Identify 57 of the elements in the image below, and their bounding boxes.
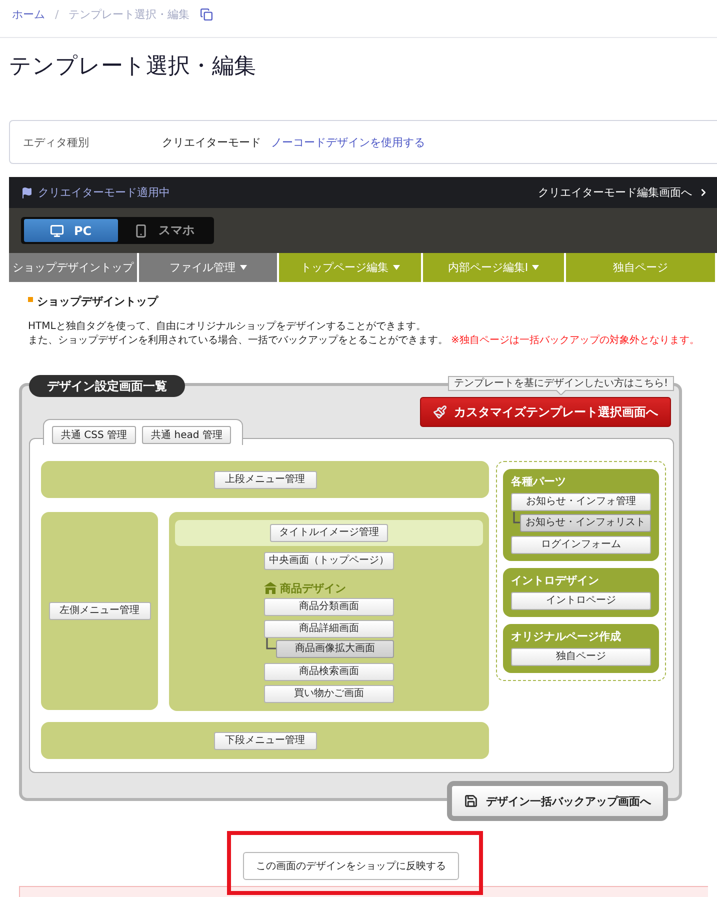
menu-tab[interactable]: ファイル管理 — [139, 253, 279, 282]
save-icon — [464, 794, 478, 808]
page-title: テンプレート選択・編集 — [9, 53, 256, 81]
square-bullet-icon — [28, 297, 33, 302]
field-value: クリエイターモード — [162, 134, 261, 150]
breadcrumb-separator: / — [55, 8, 59, 21]
design-button[interactable]: ログインフォーム — [511, 536, 651, 554]
design-button[interactable]: 左側メニュー管理 — [48, 602, 150, 620]
product-heading: 商品デザイン — [280, 580, 346, 596]
tree-connector — [264, 638, 276, 650]
description-text: HTMLと独自タグを使って、自由にオリジナルショップをデザインすることができます。 — [28, 320, 426, 334]
section-title: 各種パーツ — [511, 474, 566, 490]
common-settings-button[interactable]: 共通 CSS 管理 — [52, 426, 136, 444]
design-button[interactable]: タイトルイメージ管理 — [270, 524, 388, 542]
design-button[interactable]: 商品分類画面 — [264, 598, 394, 616]
house-icon — [264, 582, 277, 594]
design-button[interactable]: 下段メニュー管理 — [214, 732, 316, 750]
paintbrush-icon — [433, 405, 447, 419]
section-heading: ショップデザイントップ — [37, 294, 158, 308]
warning-text: ※独自ページは一括バックアップの対象外となります。 — [451, 335, 700, 346]
copy-icon[interactable] — [200, 8, 213, 21]
template-select-button[interactable]: カスタマイズテンプレート選択画面へ — [420, 397, 671, 427]
design-button[interactable]: 買い物かご画面 — [264, 685, 394, 703]
sub-design-button[interactable]: 商品画像拡大画面 — [276, 640, 394, 658]
design-button[interactable]: 商品検索画面 — [264, 663, 394, 681]
tree-connector — [511, 512, 520, 524]
mode-status: クリエイターモード適用中 — [38, 185, 170, 200]
caret-icon — [240, 265, 246, 270]
section-title: オリジナルページ作成 — [511, 629, 621, 645]
nocode-link[interactable]: ノーコードデザインを使用する — [271, 134, 425, 150]
menu-tab[interactable]: ショップデザイントップ — [9, 253, 139, 282]
sub-design-button[interactable]: お知らせ・インフォリスト — [520, 514, 651, 532]
smartphone-icon — [134, 224, 148, 238]
monitor-icon — [50, 224, 64, 238]
common-settings-button[interactable]: 共通 head 管理 — [142, 426, 232, 444]
device-button[interactable]: スマホ — [118, 219, 211, 242]
current-page-label: テンプレート選択・編集 — [68, 7, 190, 22]
caret-icon — [532, 265, 540, 270]
section-title: イントロデザイン — [511, 573, 599, 589]
description-text: また、ショップデザインを利用されている場合、一括でバックアップをとることができます。 — [28, 335, 448, 346]
design-button[interactable]: 商品詳細画面 — [264, 620, 394, 638]
backup-button[interactable]: デザイン一括バックアップ画面へ — [447, 781, 668, 821]
caret-icon — [392, 265, 400, 270]
apply-button[interactable]: この画面のデザインをショップに反映する — [243, 852, 459, 880]
field-label: エディタ種別 — [23, 134, 90, 150]
breadcrumb-link[interactable]: ホーム — [12, 7, 45, 22]
flag-icon — [21, 186, 33, 198]
device-button[interactable]: PC — [24, 219, 118, 242]
editor-screen-link[interactable]: クリエイターモード編集画面へ — [538, 185, 709, 200]
design-button[interactable]: お知らせ・インフォ管理 — [511, 493, 651, 511]
design-button[interactable]: 上段メニュー管理 — [214, 470, 316, 488]
design-button[interactable]: 中央画面（トップページ） — [264, 552, 394, 570]
tooltip: テンプレートを基にデザインしたい方はこちら! — [448, 376, 674, 391]
tooltip-pointer-icon — [556, 390, 566, 395]
design-button[interactable]: イントロページ — [511, 592, 651, 610]
design-button[interactable]: 独自ページ — [511, 648, 651, 666]
panel-title: デザイン設定画面一覧 — [29, 375, 185, 397]
